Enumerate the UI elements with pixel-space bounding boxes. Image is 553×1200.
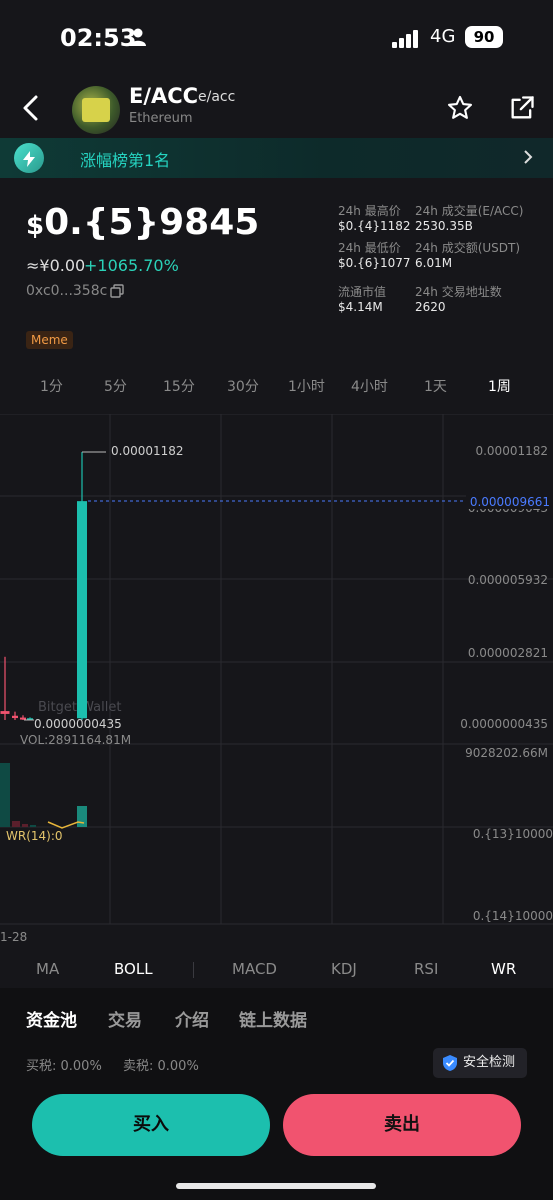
stat-addr-value: 2620 <box>415 300 446 314</box>
indicator-wr[interactable]: WR <box>491 960 516 978</box>
stat-vol-value: 2530.35B <box>415 219 473 233</box>
stat-mcap-value: $4.14M <box>338 300 383 314</box>
timeframe-1h[interactable]: 1小时 <box>288 376 325 396</box>
buy-button[interactable]: 买入 <box>32 1094 270 1156</box>
stat-addr-label: 24h 交易地址数 <box>415 285 502 299</box>
stat-amount-value: 6.01M <box>415 256 453 270</box>
tab-trades[interactable]: 交易 <box>108 1006 142 1031</box>
contract-address: 0xc0...358c <box>26 283 108 299</box>
token-symbol: e/acc <box>198 89 236 105</box>
timeframe-15m[interactable]: 15分 <box>163 376 195 396</box>
volume-tick: 9028202.66M <box>465 746 548 760</box>
stat-vol-label: 24h 成交量(E/ACC) <box>415 204 524 218</box>
price-value: 0.{5}9845 <box>44 202 260 243</box>
battery-icon: 90 <box>465 26 503 48</box>
home-indicator <box>176 1183 376 1189</box>
tab-liquidity-pool[interactable]: 资金池 <box>26 1006 77 1031</box>
lightning-icon <box>23 151 35 167</box>
back-icon[interactable] <box>20 94 42 122</box>
timeframe-1w[interactable]: 1周 <box>488 376 511 396</box>
timeframe-4h[interactable]: 4小时 <box>351 376 388 396</box>
dollar-sign: $ <box>26 211 45 241</box>
volume-bar <box>77 806 87 827</box>
sell-button[interactable]: 卖出 <box>283 1094 521 1156</box>
indicator-divider <box>193 962 194 978</box>
sell-tax: 卖税: 0.00% <box>123 1059 199 1074</box>
current-price-tag: 0.000009661 <box>470 495 550 509</box>
indicator-boll[interactable]: BOLL <box>114 960 153 978</box>
timeframe-5m[interactable]: 5分 <box>104 376 127 396</box>
stat-amount-label: 24h 成交额(USDT) <box>415 241 521 255</box>
chevron-right-icon[interactable] <box>522 149 534 165</box>
token-title: E/ACC <box>129 84 199 108</box>
buy-tax: 买税: 0.00% <box>26 1059 102 1074</box>
price-chart[interactable]: 0.00001182 0.000009043 0.000005932 0.000… <box>0 414 553 954</box>
token-chain: Ethereum <box>129 111 193 126</box>
stat-high-value: $0.{4}1182 <box>338 219 411 233</box>
price-change: +1065.70% <box>84 256 179 275</box>
candles <box>0 452 87 721</box>
candle <box>0 711 10 714</box>
tab-onchain-data[interactable]: 链上数据 <box>239 1006 307 1031</box>
safety-check-label: 安全检测 <box>463 1055 516 1070</box>
stat-low-label: 24h 最低价 <box>338 241 401 255</box>
volume-bars <box>0 763 87 827</box>
x-tick: 1-28 <box>0 930 27 944</box>
high-annotation: 0.00001182 <box>111 444 184 458</box>
tab-intro[interactable]: 介绍 <box>175 1006 209 1031</box>
indicator-kdj[interactable]: KDJ <box>331 960 357 978</box>
shield-icon <box>443 1055 457 1071</box>
volume-bar <box>0 763 10 827</box>
wr-tick-1: 0.{13}10000 <box>473 827 553 841</box>
price-tick-1: 0.00001182 <box>475 444 548 458</box>
volume-bar <box>12 821 20 827</box>
indicator-macd[interactable]: MACD <box>232 960 277 978</box>
price-tick-3: 0.000005932 <box>468 573 548 587</box>
token-price: $0.{5}9845 <box>26 202 259 243</box>
meme-tag: Meme <box>26 331 73 349</box>
token-avatar <box>72 86 120 134</box>
candle <box>20 717 26 720</box>
volume-bar <box>30 825 36 827</box>
stat-high-label: 24h 最高价 <box>338 204 401 218</box>
timeframe-1d[interactable]: 1天 <box>424 376 447 396</box>
person-icon <box>130 28 146 46</box>
stat-mcap-label: 流通市值 <box>338 285 387 299</box>
indicator-ma[interactable]: MA <box>36 960 59 978</box>
stat-low-value: $0.{6}1077 <box>338 256 411 270</box>
price-tick-5: 0.0000000435 <box>460 717 548 731</box>
low-annotation: 0.0000000435 <box>34 717 122 731</box>
candle <box>12 715 18 719</box>
status-time: 02:53 <box>60 24 137 52</box>
wr-tick-2: 0.{14}10000 <box>473 909 553 923</box>
signal-icon <box>392 30 418 48</box>
volume-label: VOL:2891164.81M <box>20 733 131 747</box>
volume-bar <box>22 824 28 827</box>
timeframe-30m[interactable]: 30分 <box>227 376 259 396</box>
price-cny: ≈¥0.00 <box>26 256 86 275</box>
price-tick-4: 0.000002821 <box>468 646 548 660</box>
banner-text: 涨幅榜第1名 <box>80 151 171 170</box>
network-type: 4G <box>430 26 456 47</box>
candle <box>77 501 87 719</box>
indicator-rsi[interactable]: RSI <box>414 960 438 978</box>
star-icon[interactable] <box>446 94 474 122</box>
wr-label: WR(14):0 <box>6 829 63 843</box>
timeframe-1m[interactable]: 1分 <box>40 376 63 396</box>
copy-icon[interactable] <box>110 284 124 298</box>
share-icon[interactable] <box>508 94 536 122</box>
